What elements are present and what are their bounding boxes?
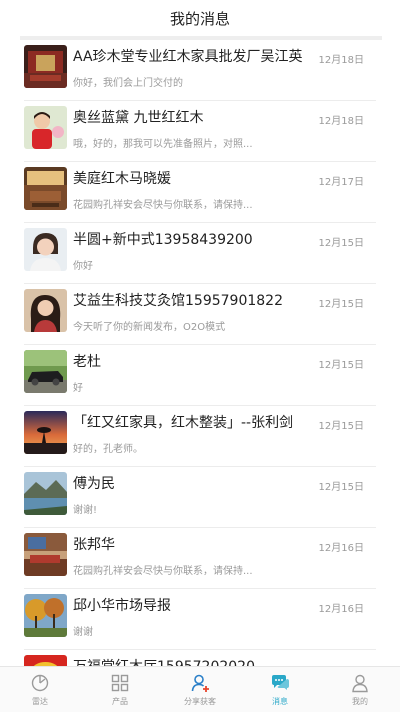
message-preview: 今天听了你的新闻发布，O2O模式	[73, 322, 226, 333]
contact-name: 美庭红木马晓媛	[73, 171, 171, 187]
message-date: 12月15日	[318, 482, 364, 493]
message-date: 12月15日	[318, 421, 364, 432]
message-row[interactable]: 奥丝蓝黛 九世红红木 哦，好的，那我可以先准备照片，对照... 12月18日	[24, 101, 376, 162]
tab-label: 消息	[272, 697, 288, 706]
tab-products[interactable]: 产品	[80, 667, 160, 712]
contact-name: 「红又红家具，红木整装」--张利剑	[73, 415, 294, 431]
message-row[interactable]: 半圆+新中式13958439200 你好 12月15日	[24, 223, 376, 284]
message-preview: 谢谢!	[73, 505, 98, 516]
message-preview: 花园购孔祥安会尽快与你联系，请保持...	[73, 566, 253, 577]
contact-name: 张邦华	[73, 537, 115, 553]
message-row[interactable]: 美庭红木马晓媛 花园购孔祥安会尽快与你联系，请保持... 12月17日	[24, 162, 376, 223]
message-row[interactable]: 老杜 好 12月15日	[24, 345, 376, 406]
avatar	[24, 533, 67, 576]
chat-icon	[272, 675, 289, 690]
message-preview: 你好，我们会上门交付的	[73, 78, 183, 89]
page-title: 我的消息	[169, 9, 230, 28]
tab-label: 雷达	[32, 697, 48, 706]
avatar	[24, 655, 67, 666]
message-preview: 谢谢	[73, 627, 93, 638]
message-preview: 好	[73, 383, 83, 394]
contact-name: 艾益生科技艾灸馆15957901822	[73, 293, 283, 309]
avatar	[24, 289, 67, 332]
avatar	[24, 350, 67, 393]
message-date: 12月17日	[318, 177, 364, 188]
message-preview: 好的，孔老师。	[73, 444, 143, 455]
tab-me[interactable]: 我的	[320, 667, 400, 712]
radar-icon	[31, 674, 49, 692]
message-preview: 哦，好的，那我可以先准备照片，对照...	[73, 139, 253, 150]
avatar	[24, 594, 67, 637]
tab-label: 分享获客	[184, 697, 216, 706]
contact-name: 万福堂红木厅15957202020	[73, 656, 318, 666]
contact-name: 傅为民	[73, 476, 115, 492]
tab-label: 我的	[352, 697, 368, 706]
message-date: 12月18日	[318, 55, 364, 66]
bottom-tab-bar: 雷达 产品 分享获客 消息 我的	[0, 666, 400, 712]
avatar	[24, 228, 67, 271]
message-preview: 花园购孔祥安会尽快与你联系，请保持...	[73, 200, 253, 211]
contact-name: AA珍木堂专业红木家具批发厂吴江英	[73, 49, 303, 65]
contact-name: 老杜	[73, 354, 101, 370]
contact-name: 半圆+新中式13958439200	[73, 232, 253, 248]
message-list: AA珍木堂专业红木家具批发厂吴江英 你好，我们会上门交付的 12月18日 奥丝蓝…	[0, 40, 400, 666]
contact-name: 奥丝蓝黛 九世红红木	[73, 110, 204, 126]
message-row[interactable]: 傅为民 谢谢! 12月15日	[24, 467, 376, 528]
page-header: 我的消息	[0, 0, 400, 36]
message-date: 12月15日	[318, 238, 364, 249]
tab-messages[interactable]: 消息	[240, 667, 320, 712]
message-row[interactable]: 邱小华市场导报 谢谢 12月16日	[24, 589, 376, 650]
message-date: 12月18日	[318, 116, 364, 127]
tab-share[interactable]: 分享获客	[160, 667, 240, 712]
message-date: 12月15日	[318, 299, 364, 310]
avatar	[24, 472, 67, 515]
message-date: 12月15日	[318, 360, 364, 371]
message-row[interactable]: 万福堂红木厅15957202020	[24, 650, 376, 666]
message-preview: 你好	[73, 261, 93, 272]
tab-label: 产品	[112, 697, 128, 706]
share-user-icon	[191, 674, 209, 692]
message-date: 12月16日	[318, 604, 364, 615]
contact-name: 邱小华市场导报	[73, 598, 171, 614]
avatar	[24, 45, 67, 88]
profile-icon	[352, 674, 368, 693]
message-date: 12月16日	[318, 543, 364, 554]
message-row[interactable]: 张邦华 花园购孔祥安会尽快与你联系，请保持... 12月16日	[24, 528, 376, 589]
tab-radar[interactable]: 雷达	[0, 667, 80, 712]
avatar	[24, 167, 67, 210]
avatar	[24, 106, 67, 149]
grid-icon	[111, 674, 129, 692]
avatar	[24, 411, 67, 454]
message-row[interactable]: AA珍木堂专业红木家具批发厂吴江英 你好，我们会上门交付的 12月18日	[24, 40, 376, 101]
message-row[interactable]: 艾益生科技艾灸馆15957901822 今天听了你的新闻发布，O2O模式 12月…	[24, 284, 376, 345]
message-row[interactable]: 「红又红家具，红木整装」--张利剑 好的，孔老师。 12月15日	[24, 406, 376, 467]
